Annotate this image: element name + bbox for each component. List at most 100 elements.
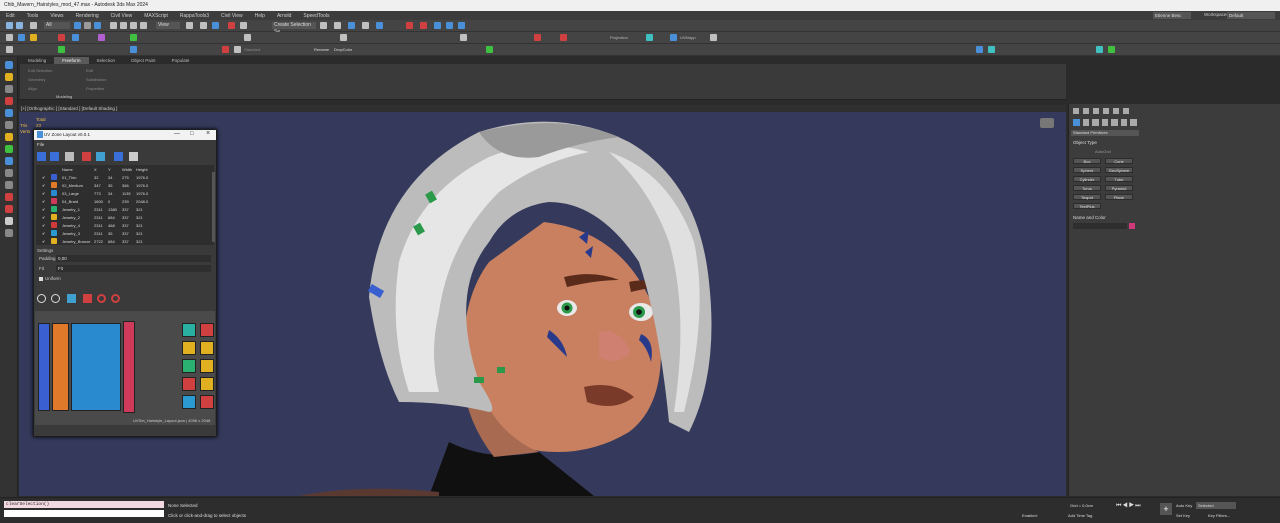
tube-button[interactable]: Tube xyxy=(1105,176,1133,182)
viewport-label[interactable]: [+] [Orthographic ] [Standard ] [Default… xyxy=(19,105,1066,112)
tool-icon-t[interactable] xyxy=(234,46,241,53)
brush-icon[interactable] xyxy=(83,294,92,303)
key-filters-button[interactable]: Key Filters... xyxy=(1208,513,1230,518)
lights-icon[interactable] xyxy=(1092,119,1099,126)
fit-dropdown[interactable]: Fit xyxy=(56,265,211,272)
row-color-swatch[interactable] xyxy=(51,222,57,228)
tool-icon-u[interactable] xyxy=(486,46,493,53)
strip-icon-4[interactable] xyxy=(5,97,13,105)
systems-icon[interactable] xyxy=(1130,119,1138,126)
row-color-swatch[interactable] xyxy=(51,206,57,212)
tool-icon-r[interactable] xyxy=(130,46,137,53)
row-visible-checkbox[interactable]: ✔ xyxy=(42,191,45,196)
tab-modeling[interactable]: Modeling xyxy=(20,57,54,64)
select-by-name-icon[interactable] xyxy=(84,22,91,29)
object-name-input[interactable] xyxy=(1073,223,1127,229)
tool-icon-p[interactable] xyxy=(6,46,13,53)
row-color-swatch[interactable] xyxy=(51,198,57,204)
tool-icon-c[interactable] xyxy=(30,34,37,41)
dialog-menu-file[interactable]: File xyxy=(37,142,44,147)
zone-rect-04[interactable] xyxy=(123,321,135,413)
pack-icon[interactable] xyxy=(82,152,91,161)
torus-button[interactable]: Torus xyxy=(1073,185,1101,191)
zone-rect-j3[interactable] xyxy=(182,341,196,355)
tool-icon-w[interactable] xyxy=(988,46,995,53)
pyramid-button[interactable]: Pyramid xyxy=(1105,185,1133,191)
col-x[interactable]: X xyxy=(94,167,97,172)
link-icon[interactable] xyxy=(30,22,37,29)
box-button[interactable]: Box xyxy=(1073,158,1101,164)
geosphere-button[interactable]: GeoSphere xyxy=(1105,167,1133,173)
duplicate-zone-icon[interactable] xyxy=(50,152,59,161)
zone-rect-01[interactable] xyxy=(38,323,50,411)
uv-layout-preview[interactable]: UVSet_Hairstyle_Layout.json | 4096 x 204… xyxy=(35,311,215,425)
row-visible-checkbox[interactable]: ✔ xyxy=(42,223,45,228)
shapes-icon[interactable] xyxy=(1082,119,1090,126)
menu-civil-view-2[interactable]: Civil View xyxy=(221,13,243,19)
viewcube-icon[interactable] xyxy=(1040,118,1054,128)
menu-help[interactable]: Help xyxy=(255,13,265,19)
tool-icon-q[interactable] xyxy=(58,46,65,53)
zone-rect-j4[interactable] xyxy=(200,341,214,355)
ribbon-align[interactable]: Align xyxy=(28,86,37,91)
tool-icon-b[interactable] xyxy=(18,34,25,41)
name-color-header[interactable]: Name and Color xyxy=(1073,215,1106,220)
tab-populate[interactable]: Populate xyxy=(164,57,198,64)
object-type-header[interactable]: Object Type xyxy=(1073,140,1097,145)
tool-icon-m[interactable] xyxy=(646,34,653,41)
zone-rect-j10[interactable] xyxy=(200,395,214,409)
row-visible-checkbox[interactable]: ✔ xyxy=(42,239,45,244)
render-icon[interactable] xyxy=(446,22,453,29)
ribbon-geometry[interactable]: Geometry xyxy=(28,77,46,82)
zone-rect-j8[interactable] xyxy=(200,377,214,391)
layout-icon[interactable] xyxy=(114,152,123,161)
cylinder-button[interactable]: Cylinder xyxy=(1073,176,1101,182)
table-scrollbar[interactable] xyxy=(212,172,215,242)
strip-icon-11[interactable] xyxy=(5,181,13,189)
select-object-icon[interactable] xyxy=(74,22,81,29)
zone-rect-j5[interactable] xyxy=(182,359,196,373)
strip-icon-10[interactable] xyxy=(5,169,13,177)
tool-icon-n[interactable] xyxy=(670,34,677,41)
rotate-icon[interactable] xyxy=(120,22,127,29)
teapot-button[interactable]: Teapot xyxy=(1073,194,1101,200)
spinner-snap-icon[interactable] xyxy=(240,22,247,29)
zone-rect-j7[interactable] xyxy=(182,377,196,391)
row-color-swatch[interactable] xyxy=(51,182,57,188)
tool-icon-d[interactable] xyxy=(58,34,65,41)
utilities-panel-icon[interactable] xyxy=(1123,108,1129,114)
row-color-swatch[interactable] xyxy=(51,214,57,220)
percent-snap-icon[interactable] xyxy=(228,22,235,29)
strip-icon-8[interactable] xyxy=(5,145,13,153)
tab-freeform[interactable]: Freeform xyxy=(54,57,89,64)
tool-icon-o[interactable] xyxy=(710,34,717,41)
key-mode-dropdown[interactable]: Selected xyxy=(1196,502,1236,509)
row-color-swatch[interactable] xyxy=(51,238,57,244)
pivot-icon[interactable] xyxy=(186,22,193,29)
tool-icon-x[interactable] xyxy=(1096,46,1103,53)
table-row[interactable]: ✔ 01_Thin 32 34 275 1976.0 xyxy=(40,173,214,181)
tool-icon-y[interactable] xyxy=(1108,46,1115,53)
ribbon-edit[interactable]: Edit xyxy=(86,68,93,73)
layer-explorer-icon[interactable] xyxy=(348,22,355,29)
uvmapp-label[interactable]: UVMapp xyxy=(680,35,696,40)
menu-arnold[interactable]: Arnold xyxy=(277,13,291,19)
tool-icon-l[interactable] xyxy=(560,34,567,41)
mirror-icon[interactable] xyxy=(320,22,327,29)
cone-button[interactable]: Cone xyxy=(1105,158,1133,164)
zoom-in-icon[interactable] xyxy=(37,294,46,303)
table-row[interactable]: ✔ Jewelry_Bronze 2722 684 337 321 xyxy=(40,237,214,245)
tool-icon-g[interactable] xyxy=(130,34,137,41)
snap-icon[interactable] xyxy=(200,22,207,29)
strip-icon-7[interactable] xyxy=(5,133,13,141)
maxscript-input[interactable] xyxy=(4,510,164,517)
redo-icon[interactable] xyxy=(111,294,120,303)
strip-icon-1[interactable] xyxy=(5,61,13,69)
table-row[interactable]: ✔ 02_Medium 347 35 366 1976.0 xyxy=(40,181,214,189)
add-key-button[interactable]: + xyxy=(1160,503,1172,515)
row-visible-checkbox[interactable]: ✔ xyxy=(42,183,45,188)
col-width[interactable]: Width xyxy=(122,167,132,172)
sphere-button[interactable]: Sphere xyxy=(1073,167,1101,173)
spacewarps-icon[interactable] xyxy=(1120,119,1128,126)
menu-tools[interactable]: Tools xyxy=(27,13,39,19)
